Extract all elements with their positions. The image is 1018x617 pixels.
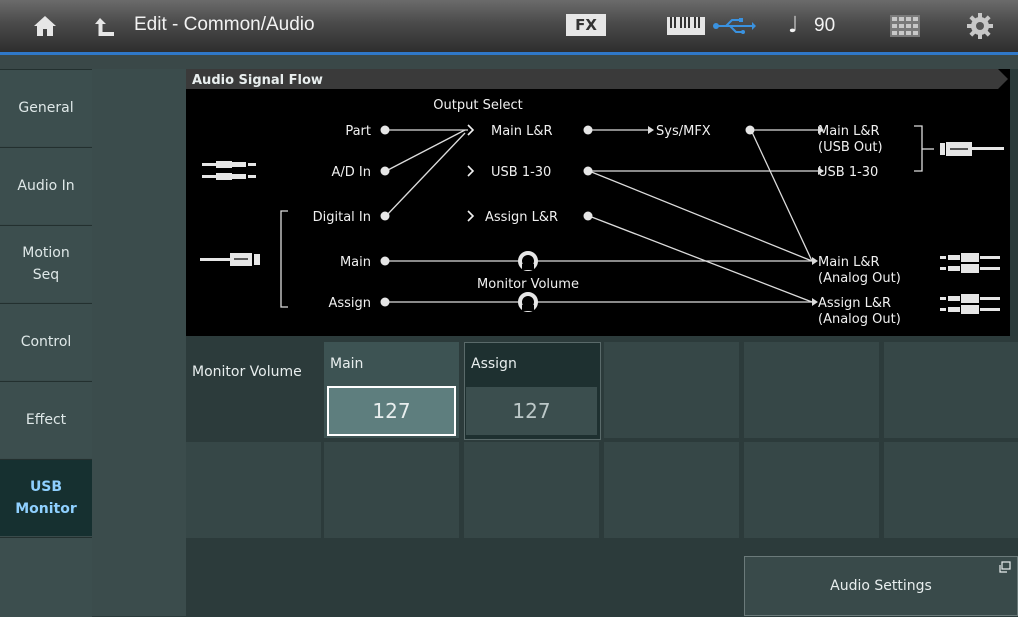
grid-icon[interactable] [890,15,920,37]
output-select-label: Output Select [433,98,522,113]
tempo-value[interactable]: 90 [814,15,835,37]
assign-value-field[interactable]: 127 [466,387,597,435]
page-title: Edit - Common/Audio [134,14,315,35]
output-usb-1-30: USB 1-30 [491,165,551,180]
input-part: Part [345,124,371,139]
back-arrow-icon[interactable] [92,14,118,40]
input-digital-in: Digital In [313,210,371,225]
analog-main-label: Main L&R [818,255,880,270]
analog-main-sub: (Analog Out) [818,271,901,286]
empty-cell [324,442,459,538]
tab-effect[interactable]: Effect [0,381,92,458]
monitor-volume-label: Monitor Volume [477,277,579,292]
usb-1-30-label: USB 1-30 [818,165,878,180]
assign-param-label: Assign [471,356,517,372]
usb-output-cable-icon [940,142,1004,156]
note-icon: ♩ [788,13,799,38]
input-main: Main [340,255,371,270]
flow-title: Audio Signal Flow [192,73,323,88]
tab-general[interactable]: General [0,69,92,146]
tab-audio-in[interactable]: Audio In [0,147,92,224]
sidebar-strip [92,69,186,616]
monitor-volume-knob-main [518,251,538,271]
tab-usb-monitor[interactable]: USB Monitor [0,459,92,536]
assign-param-cell[interactable]: Assign 127 [464,342,601,440]
main-value-field[interactable]: 127 [327,386,456,436]
empty-cell [604,442,739,538]
sys-mfx-label: Sys/MFX [656,124,711,139]
tab-label: Effect [25,412,67,428]
audio-settings-button[interactable]: Audio Settings [744,556,1018,616]
tab-label: USB Monitor [15,479,77,517]
top-bar: Edit - Common/Audio FX ♩ 90 [0,0,1018,52]
empty-cell [604,342,739,438]
tab-label: Audio In [17,178,75,194]
tab-empty [0,537,92,617]
input-ad-in: A/D In [332,165,372,180]
tab-control[interactable]: Control [0,303,92,380]
empty-cell [744,342,879,438]
output-assign-lr: Assign L&R [485,210,558,225]
tab-motion-seq[interactable]: Motion Seq [0,225,92,302]
tab-label: Motion Seq [22,245,70,283]
parameter-area: Monitor Volume Main 127 Assign 127 Audio… [186,336,1018,616]
audio-signal-flow: Audio Signal Flow Output Select Part A/D… [186,69,1010,336]
row-label-cell: Monitor Volume [186,342,321,438]
audio-settings-label: Audio Settings [830,578,932,594]
usb-input-cable-icon [200,253,260,266]
flow-diagram: Audio Signal Flow Output Select Part A/D… [186,69,1008,327]
empty-cell [744,442,879,538]
fx-indicator[interactable]: FX [566,14,606,36]
usb-icon[interactable] [712,16,756,36]
empty-cell [186,442,321,538]
main-param-label: Main [330,356,364,372]
sidebar: General Audio In Motion Seq Control Effe… [0,69,92,617]
home-icon[interactable] [32,13,58,39]
analog-assign-sub: (Analog Out) [818,312,901,327]
sub-strip [0,55,1018,69]
tab-label: General [18,100,74,116]
monitor-volume-row-label: Monitor Volume [192,364,302,380]
output-main-lr: Main L&R [491,124,553,139]
keyboard-icon[interactable] [666,16,706,36]
empty-cell [884,442,1018,538]
analog-output-cable-icon [940,253,1000,314]
audio-input-cable-icon [202,161,256,180]
gear-icon[interactable] [966,12,994,40]
popup-icon [999,561,1011,573]
empty-cell [884,342,1018,438]
input-assign: Assign [328,296,371,311]
tab-label: Control [20,334,72,350]
empty-cell [464,442,599,538]
analog-assign-label: Assign L&R [818,296,891,311]
monitor-volume-knob-assign [518,292,538,312]
usb-out-label: (USB Out) [818,140,883,155]
usb-out-main-label: Main L&R [818,124,880,139]
main-param-cell[interactable]: Main 127 [324,342,459,438]
